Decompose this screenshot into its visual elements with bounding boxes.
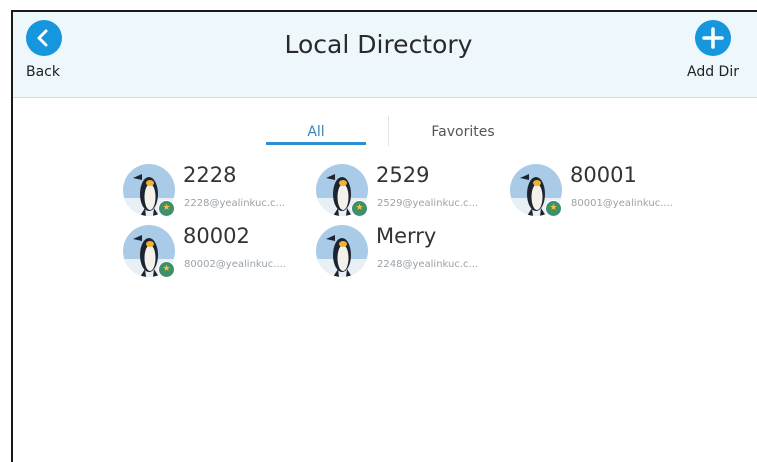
contact-name: 2529 [376, 163, 430, 187]
directory-screen: Back Local Directory Add Dir All Favorit… [0, 0, 757, 462]
tab-divider [388, 116, 389, 146]
star-icon: ★ [545, 200, 562, 217]
contact-item[interactable]: ★ 2529 2529@yealinkuc.c... [316, 163, 506, 220]
contact-name: 80001 [570, 163, 637, 187]
contact-email: 2248@yealinkuc.c... [377, 259, 479, 270]
star-icon: ★ [158, 261, 175, 278]
contact-email: 2228@yealinkuc.c... [184, 198, 286, 209]
add-dir-button[interactable] [695, 20, 731, 56]
star-icon: ★ [158, 200, 175, 217]
back-label[interactable]: Back [26, 64, 60, 80]
plus-icon [702, 27, 724, 49]
avatar [316, 225, 368, 277]
tab-all[interactable]: All [266, 124, 366, 140]
tab-all-underline [266, 142, 366, 145]
contact-name: 2228 [183, 163, 237, 187]
contact-item[interactable]: Merry 2248@yealinkuc.c... [316, 224, 506, 281]
contact-name: 80002 [183, 224, 250, 248]
tab-favorites[interactable]: Favorites [413, 124, 513, 140]
contact-item[interactable]: ★ 80001 80001@yealinkuc.... [510, 163, 700, 220]
contact-item[interactable]: ★ 80002 80002@yealinkuc.... [123, 224, 313, 281]
star-icon: ★ [351, 200, 368, 217]
contact-email: 80002@yealinkuc.... [184, 259, 286, 270]
contact-name: Merry [376, 224, 437, 248]
screen-border-left [11, 10, 13, 462]
page-title: Local Directory [284, 30, 473, 59]
contact-email: 80001@yealinkuc.... [571, 198, 673, 209]
screen-border-top [11, 10, 757, 12]
add-dir-label[interactable]: Add Dir [687, 64, 739, 80]
contact-email: 2529@yealinkuc.c... [377, 198, 479, 209]
contact-item[interactable]: ★ 2228 2228@yealinkuc.c... [123, 163, 313, 220]
